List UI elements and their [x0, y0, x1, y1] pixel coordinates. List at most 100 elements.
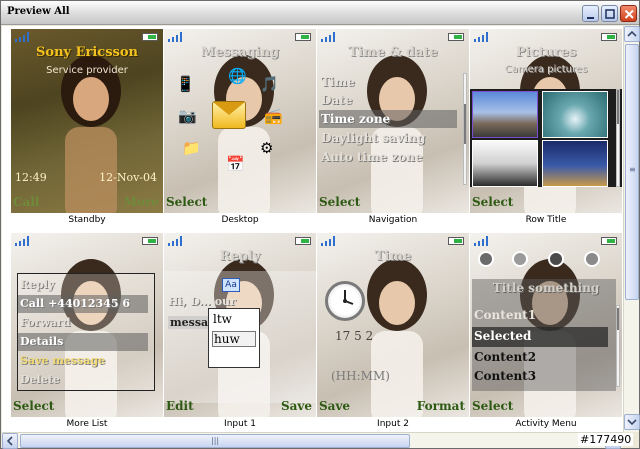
softkey-left: Save	[319, 399, 351, 413]
suggestion-option[interactable]: ltw	[213, 312, 257, 326]
cell-input1[interactable]: Reply Aa Hi, D... our messa ltw huw Edit…	[164, 233, 316, 432]
activity-item-selected[interactable]: Selected	[474, 329, 531, 343]
vertical-scrollbar[interactable]: ≡	[623, 26, 640, 432]
activity-tab-icon[interactable]	[548, 251, 564, 267]
cell-input2[interactable]: Time 17 5 2 (HH:MM) Save Format Input 2	[317, 233, 469, 432]
more-item-details[interactable]: Details	[18, 333, 148, 351]
activity-item[interactable]: Content2	[474, 350, 536, 364]
message-text: Hi, D... our	[168, 295, 236, 308]
activity-item[interactable]: Content1	[474, 308, 536, 322]
time-value[interactable]: 17 5 2	[335, 329, 373, 343]
more-item-reply[interactable]: Reply	[18, 276, 148, 294]
battery-icon	[295, 33, 311, 41]
cell-caption: Input 1	[224, 419, 256, 429]
chevron-down-icon	[627, 419, 637, 426]
maximize-button[interactable]	[601, 5, 618, 22]
scroll-up-button[interactable]	[624, 26, 640, 42]
cell-caption: Standby	[68, 215, 106, 225]
battery-icon	[448, 237, 464, 245]
more-item-forward[interactable]: Forward	[18, 314, 148, 332]
desktop-screen: Messaging 📱 🎵 📷 📻 📁 ⚙ 📅 🌐 Select	[164, 29, 316, 213]
minimize-button[interactable]	[582, 5, 599, 22]
cell-standby[interactable]: Sony Ericsson Service provider 12:49 12-…	[11, 29, 163, 232]
signal-icon	[168, 32, 182, 42]
camera-icon: 📷	[178, 107, 197, 125]
cell-caption: Navigation	[368, 215, 418, 225]
clock-icon	[325, 281, 365, 321]
chevron-left-icon	[6, 436, 13, 446]
cell-more-list[interactable]: Reply Call +44012345 6 Forward Details S…	[11, 233, 163, 432]
nav-item-time[interactable]: Time	[319, 73, 457, 91]
activity-item[interactable]: Content3	[474, 369, 536, 383]
browser-icon: 🌐	[228, 67, 247, 85]
more-item-save-message[interactable]: Save message	[18, 352, 148, 370]
softkey-left: Select	[319, 195, 361, 209]
signal-icon	[168, 236, 182, 246]
nav-item-date[interactable]: Date	[319, 91, 457, 109]
nav-item-auto-time-zone[interactable]: Auto time zone	[319, 148, 457, 166]
horizontal-scroll-thumb[interactable]: |||	[20, 434, 410, 448]
thumbnail-dome[interactable]	[542, 91, 608, 138]
softkey-left: Select	[166, 195, 208, 209]
close-button[interactable]	[620, 5, 637, 22]
thumbnail-people[interactable]	[472, 140, 538, 187]
standby-screen: Sony Ericsson Service provider 12:49 12-…	[11, 29, 163, 213]
calendar-icon: 📅	[226, 155, 245, 173]
screen-subheader: Camera pictures	[504, 64, 588, 75]
standby-date: 12-Nov-04	[99, 171, 157, 184]
list-scrollbar[interactable]	[616, 305, 620, 387]
suggestion-option-selected[interactable]: huw	[212, 331, 256, 347]
watermark-text: #177490	[578, 433, 634, 446]
messaging-envelope-icon	[212, 101, 246, 129]
navigation-screen: Time & date Time Date Time zone Daylight…	[317, 29, 469, 213]
title-bar[interactable]: Preview All	[1, 1, 639, 25]
horizontal-scrollbar[interactable]: |||	[2, 432, 623, 449]
vertical-scroll-thumb[interactable]: ≡	[625, 44, 639, 300]
more-item-delete[interactable]: Delete	[18, 371, 148, 389]
softkey-left: Edit	[166, 399, 194, 413]
scroll-left-button[interactable]	[2, 433, 18, 449]
signal-icon	[474, 32, 488, 42]
list-scrollbar[interactable]	[616, 89, 620, 187]
activity-menu-title: Title something	[492, 281, 600, 295]
cell-desktop[interactable]: Messaging 📱 🎵 📷 📻 📁 ⚙ 📅 🌐 Select Desktop	[164, 29, 316, 232]
softkey-right: More	[123, 195, 159, 209]
word-suggestion-popup: ltw huw	[208, 308, 260, 368]
scroll-down-button[interactable]	[624, 414, 640, 430]
window-title: Preview All	[7, 6, 70, 17]
more-item-call[interactable]: Call +44012345 6	[18, 295, 148, 313]
thumbnail-night[interactable]	[542, 140, 608, 187]
softkey-right: Format	[416, 399, 465, 413]
cell-activity-menu[interactable]: Title something Content1 Selected Conten…	[470, 233, 622, 432]
signal-icon	[15, 32, 29, 42]
standby-time: 12:49	[15, 171, 47, 184]
battery-icon	[448, 33, 464, 41]
signal-icon	[321, 236, 335, 246]
softkey-left: Call	[13, 195, 40, 209]
cell-navigation[interactable]: Time & date Time Date Time zone Daylight…	[317, 29, 469, 232]
settings-icon: ⚙	[260, 139, 274, 157]
thumbnail-street[interactable]	[472, 91, 538, 138]
time-format-hint: (HH:MM)	[331, 369, 390, 383]
chevron-up-icon	[627, 30, 637, 37]
cell-caption: Input 2	[377, 419, 409, 429]
cell-caption: Activity Menu	[515, 419, 577, 429]
list-scrollbar[interactable]	[463, 73, 467, 185]
cell-row-title[interactable]: Pictures Camera pictures Select Row Titl…	[470, 29, 622, 232]
nav-item-daylight-saving[interactable]: Daylight saving	[319, 129, 457, 147]
activity-tab-icon[interactable]	[584, 251, 600, 267]
softkey-left: Select	[472, 195, 514, 209]
preview-window: Preview All Sony Ericsson Service provid…	[0, 0, 640, 449]
screen-header: Pictures	[515, 45, 577, 60]
screen-header: Time	[374, 249, 412, 264]
activity-tab-icon[interactable]	[478, 251, 494, 267]
nav-item-time-zone[interactable]: Time zone	[319, 110, 457, 128]
more-list-screen: Reply Call +44012345 6 Forward Details S…	[11, 233, 163, 417]
maximize-icon	[605, 9, 615, 19]
signal-icon	[321, 32, 335, 42]
thumbnail-grid	[470, 89, 622, 187]
row-title-screen: Pictures Camera pictures Select	[470, 29, 622, 213]
activity-menu-screen: Title something Content1 Selected Conten…	[470, 233, 622, 417]
activity-tab-icon[interactable]	[512, 251, 528, 267]
close-icon	[624, 9, 634, 19]
